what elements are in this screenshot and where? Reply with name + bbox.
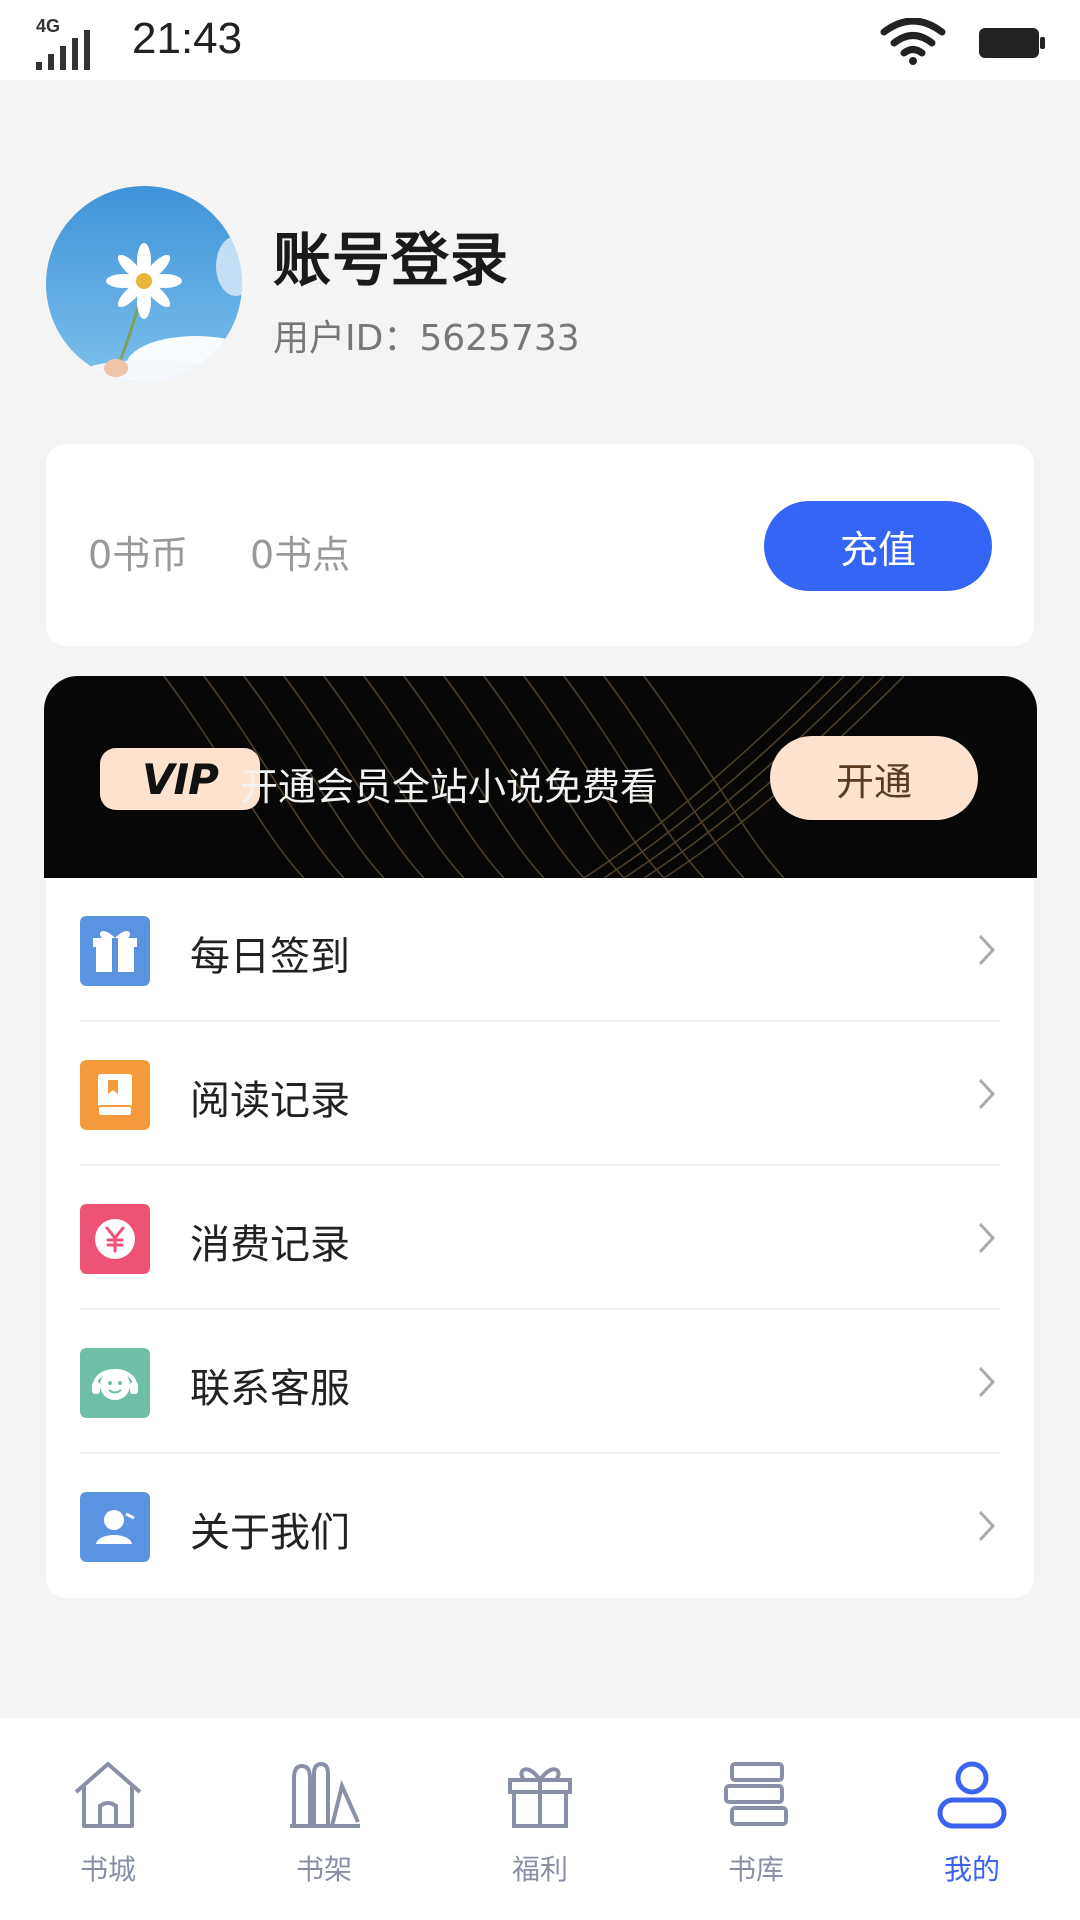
- chevron-right-icon: [978, 1222, 996, 1254]
- book-points: 0书点: [250, 533, 351, 577]
- user-id: 用户ID：5625733: [273, 318, 580, 359]
- login-title[interactable]: 账号登录: [273, 213, 509, 297]
- menu-label: 联系客服: [190, 1366, 350, 1412]
- person-icon: [80, 1492, 150, 1562]
- yuan-icon: [80, 1204, 150, 1274]
- vip-promo-text: 开通会员全站小说免费看: [240, 765, 659, 809]
- vip-banner[interactable]: VIP 开通会员全站小说免费看 开通: [44, 676, 1037, 878]
- chevron-right-icon: [978, 934, 996, 966]
- signal-icon: 4G: [36, 16, 90, 70]
- chevron-right-icon: [978, 1366, 996, 1398]
- network-type: 4G: [36, 16, 60, 36]
- status-bar: 4G 21:43: [0, 0, 1080, 80]
- bottom-tab-bar: 书城 书架 福利 书库 我的: [0, 1718, 1080, 1920]
- gift-icon: [80, 916, 150, 986]
- tab-label: 福利: [511, 1853, 568, 1886]
- menu-label: 每日签到: [190, 934, 350, 980]
- tab-label: 书架: [295, 1853, 352, 1886]
- wifi-icon: [880, 18, 946, 65]
- tab-welfare[interactable]: 福利: [465, 1756, 615, 1906]
- menu-label: 关于我们: [190, 1510, 350, 1556]
- menu-item-reading-history[interactable]: 阅读记录: [46, 1022, 1034, 1166]
- avatar[interactable]: [46, 186, 242, 382]
- tab-mine[interactable]: 我的: [897, 1756, 1047, 1906]
- tab-label: 书城: [79, 1853, 136, 1886]
- headset-icon: [80, 1348, 150, 1418]
- recharge-button[interactable]: 充值: [764, 501, 992, 591]
- bookshelf-icon: [290, 1761, 360, 1828]
- tab-library[interactable]: 书库: [681, 1756, 831, 1906]
- status-time: 21:43: [132, 14, 243, 63]
- tab-bookshelf[interactable]: 书架: [249, 1756, 399, 1906]
- avatar-image: [46, 186, 242, 382]
- battery-icon: [979, 28, 1045, 58]
- menu-label: 阅读记录: [190, 1078, 350, 1124]
- tab-bookstore[interactable]: 书城: [33, 1756, 183, 1906]
- menu-item-customer-service[interactable]: 联系客服: [46, 1310, 1034, 1454]
- menu-list: 每日签到 阅读记录 消费记录 联系客服 关于我们: [46, 878, 1034, 1598]
- user-icon: [937, 1761, 1007, 1829]
- books-stack-icon: [724, 1762, 788, 1826]
- tab-label: 我的: [943, 1853, 1000, 1886]
- menu-item-daily-checkin[interactable]: 每日签到: [46, 878, 1034, 1022]
- tab-label: 书库: [727, 1853, 784, 1886]
- home-icon: [74, 1762, 142, 1828]
- balance-card: 0书币 0书点 充值: [46, 444, 1034, 646]
- chevron-right-icon: [978, 1510, 996, 1542]
- book-coins: 0书币: [88, 533, 189, 577]
- book-icon: [80, 1060, 150, 1130]
- menu-item-about-us[interactable]: 关于我们: [46, 1454, 1034, 1598]
- menu-item-spending-history[interactable]: 消费记录: [46, 1166, 1034, 1310]
- vip-open-button[interactable]: 开通: [770, 736, 978, 820]
- vip-badge: VIP: [100, 748, 260, 810]
- menu-label: 消费记录: [190, 1222, 350, 1268]
- chevron-right-icon: [978, 1078, 996, 1110]
- gift-icon: [508, 1767, 572, 1828]
